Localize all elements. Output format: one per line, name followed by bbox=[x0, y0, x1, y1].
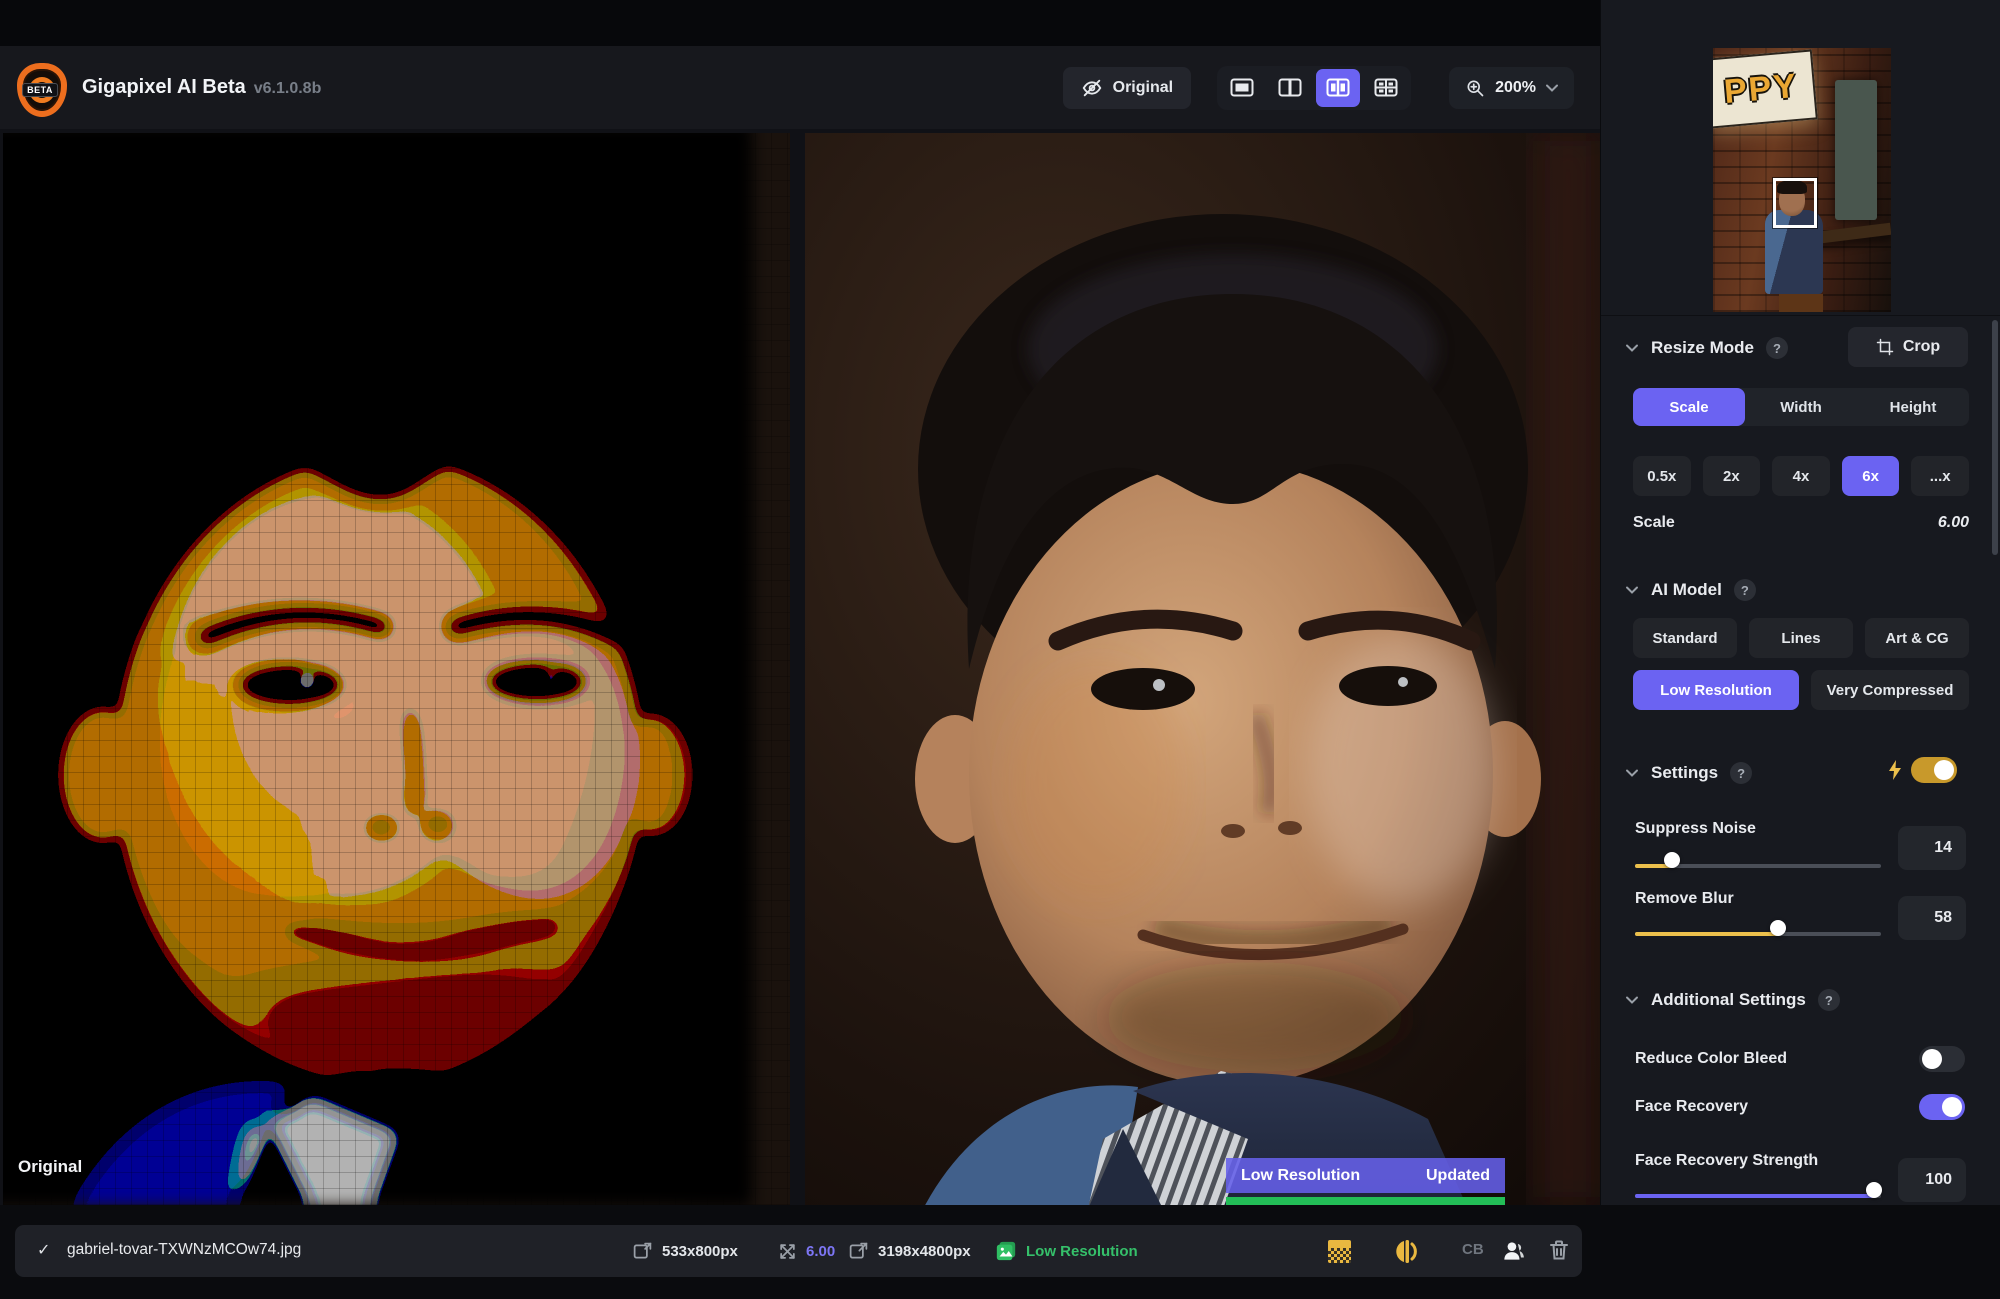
face-recovery-strength-value[interactable]: 100 bbox=[1898, 1158, 1966, 1202]
model-very-compressed-button[interactable]: Very Compressed bbox=[1811, 670, 1969, 710]
resize-mode-header[interactable]: Resize Mode ? bbox=[1625, 330, 1788, 366]
settings-header[interactable]: Settings ? bbox=[1625, 755, 1752, 791]
reduce-color-bleed-label: Reduce Color Bleed bbox=[1635, 1050, 1787, 1068]
app-title: Gigapixel AI Beta bbox=[82, 76, 246, 98]
ai-model-title: AI Model bbox=[1651, 580, 1722, 600]
face-recovery-label: Face Recovery bbox=[1635, 1098, 1748, 1116]
chevron-down-icon bbox=[1546, 84, 1558, 92]
footer-bar: ✓ gabriel-tovar-TXWNzMCOw74.jpg 533x800p… bbox=[0, 1205, 2000, 1299]
scale-factor-icon bbox=[778, 1242, 797, 1261]
gigapixel-app-window: BETA Gigapixel AI Beta v6.1.0.8b Original bbox=[0, 0, 2000, 1299]
app-header: BETA Gigapixel AI Beta v6.1.0.8b Original bbox=[0, 46, 1600, 129]
suppress-noise-slider[interactable] bbox=[1635, 858, 1881, 874]
show-original-button[interactable]: Original bbox=[1063, 67, 1191, 109]
resize-mode-title: Resize Mode bbox=[1651, 338, 1754, 358]
chevron-down-icon bbox=[1625, 993, 1639, 1007]
auto-settings-toggle[interactable] bbox=[1911, 757, 1957, 783]
output-size: 3198x4800px bbox=[878, 1243, 971, 1260]
model-low-resolution-button[interactable]: Low Resolution bbox=[1633, 670, 1799, 710]
input-size: 533x800px bbox=[662, 1243, 738, 1260]
scale-0-5x-button[interactable]: 0.5x bbox=[1633, 456, 1691, 496]
lightning-icon bbox=[1887, 759, 1903, 781]
blur-indicator-icon[interactable] bbox=[1393, 1238, 1420, 1265]
zoom-level: 200% bbox=[1495, 79, 1536, 97]
resize-mode-tabs: Scale Width Height bbox=[1633, 388, 1969, 426]
suppress-noise-label: Suppress Noise bbox=[1635, 820, 1756, 838]
crop-icon bbox=[1876, 338, 1894, 356]
delete-icon[interactable] bbox=[1547, 1238, 1571, 1262]
eye-off-icon bbox=[1081, 77, 1103, 99]
viewport-rectangle[interactable] bbox=[1773, 178, 1817, 228]
navigation-thumbnail[interactable]: PPY bbox=[1713, 48, 1891, 312]
comparison-viewer: Original Low Resolution Updated bbox=[0, 129, 1600, 1205]
import-size-icon bbox=[632, 1241, 653, 1262]
additional-settings-title: Additional Settings bbox=[1651, 990, 1806, 1010]
remove-blur-slider[interactable] bbox=[1635, 926, 1881, 942]
remove-blur-label: Remove Blur bbox=[1635, 890, 1734, 908]
original-image-pane[interactable]: Original bbox=[3, 133, 790, 1205]
scale-4x-button[interactable]: 4x bbox=[1772, 456, 1830, 496]
model-image-icon bbox=[995, 1240, 1017, 1262]
scale-custom-button[interactable]: ...x bbox=[1911, 456, 1969, 496]
scale-factor: 6.00 bbox=[806, 1243, 835, 1260]
tab-height[interactable]: Height bbox=[1857, 388, 1969, 426]
check-icon: ✓ bbox=[37, 1240, 50, 1260]
noise-indicator-icon[interactable] bbox=[1328, 1240, 1351, 1263]
single-view-button[interactable] bbox=[1220, 69, 1264, 107]
settings-title: Settings bbox=[1651, 763, 1718, 783]
beta-badge: BETA bbox=[22, 83, 58, 97]
help-icon[interactable]: ? bbox=[1766, 337, 1788, 359]
original-pane-label: Original bbox=[18, 1157, 82, 1177]
model-standard-button[interactable]: Standard bbox=[1633, 618, 1737, 658]
sidebar-scrollbar[interactable] bbox=[1992, 320, 1998, 555]
gigapixel-logo: BETA bbox=[14, 61, 66, 115]
additional-settings-header[interactable]: Additional Settings ? bbox=[1625, 982, 1840, 1018]
show-original-label: Original bbox=[1113, 79, 1173, 97]
model-lines-button[interactable]: Lines bbox=[1749, 618, 1853, 658]
chevron-down-icon bbox=[1625, 583, 1639, 597]
help-icon[interactable]: ? bbox=[1730, 762, 1752, 784]
crop-button[interactable]: Crop bbox=[1848, 327, 1968, 367]
model-art-cg-button[interactable]: Art & CG bbox=[1865, 618, 1969, 658]
scale-options: 0.5x 2x 4x 6x ...x bbox=[1633, 456, 1969, 496]
face-recovery-strength-slider[interactable] bbox=[1635, 1188, 1881, 1204]
help-icon[interactable]: ? bbox=[1818, 989, 1840, 1011]
chevron-down-icon bbox=[1625, 766, 1639, 780]
scale-row-label: Scale bbox=[1633, 514, 1675, 532]
reduce-color-bleed-toggle[interactable] bbox=[1919, 1046, 1965, 1072]
settings-sidebar: PPY Resize Mode ? Crop Scale Width Heigh… bbox=[1600, 0, 2000, 1205]
footer-model-badge: Low Resolution bbox=[1026, 1243, 1138, 1260]
side-by-side-view-button[interactable] bbox=[1316, 69, 1360, 107]
crop-button-label: Crop bbox=[1903, 338, 1940, 356]
scale-2x-button[interactable]: 2x bbox=[1703, 456, 1761, 496]
export-size-icon bbox=[848, 1241, 869, 1262]
app-version: v6.1.0.8b bbox=[254, 80, 322, 97]
zoom-control[interactable]: 200% bbox=[1449, 67, 1574, 109]
help-icon[interactable]: ? bbox=[1734, 579, 1756, 601]
cb-label: CB bbox=[1462, 1241, 1484, 1258]
remove-blur-value[interactable]: 58 bbox=[1898, 896, 1966, 940]
split-view-button[interactable] bbox=[1268, 69, 1312, 107]
grid-view-button[interactable] bbox=[1364, 69, 1408, 107]
suppress-noise-value[interactable]: 14 bbox=[1898, 826, 1966, 870]
badge-progress-bar bbox=[1226, 1197, 1505, 1205]
thumbnail-sign: PPY bbox=[1713, 49, 1818, 128]
updated-image-pane[interactable]: Low Resolution Updated bbox=[805, 133, 1600, 1205]
face-recovery-strength-label: Face Recovery Strength bbox=[1635, 1152, 1818, 1170]
face-recovery-toggle[interactable] bbox=[1919, 1094, 1965, 1120]
face-recovery-indicator-icon[interactable] bbox=[1500, 1238, 1526, 1264]
scale-value: 6.00 bbox=[1938, 514, 1969, 532]
badge-status-label: Updated bbox=[1426, 1167, 1490, 1185]
tab-width[interactable]: Width bbox=[1745, 388, 1857, 426]
scale-6x-button[interactable]: 6x bbox=[1842, 456, 1900, 496]
chevron-down-icon bbox=[1625, 341, 1639, 355]
zoom-in-icon bbox=[1465, 78, 1485, 98]
tab-scale[interactable]: Scale bbox=[1633, 388, 1745, 426]
ai-model-header[interactable]: AI Model ? bbox=[1625, 572, 1756, 608]
model-status-badge: Low Resolution Updated bbox=[1226, 1158, 1505, 1193]
filename: gabriel-tovar-TXWNzMCOw74.jpg bbox=[67, 1241, 301, 1259]
badge-model-label: Low Resolution bbox=[1241, 1167, 1360, 1185]
view-mode-group bbox=[1217, 66, 1411, 110]
file-row[interactable]: ✓ gabriel-tovar-TXWNzMCOw74.jpg 533x800p… bbox=[15, 1225, 1582, 1277]
